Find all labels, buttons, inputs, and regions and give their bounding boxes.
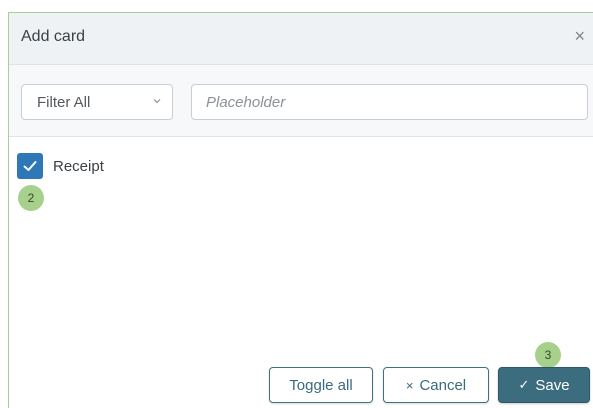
step-badge-2: 2 [18,185,44,211]
chevron-down-icon [153,99,161,104]
toggle-all-button[interactable]: Toggle all [269,367,373,403]
close-icon: × [405,377,414,393]
step-badge-3: 3 [535,342,561,368]
toggle-all-label: Toggle all [289,376,353,394]
save-button[interactable]: ✓ Save [498,367,590,403]
cancel-label: Cancel [419,376,467,394]
receipt-label: Receipt [53,157,104,175]
cancel-button[interactable]: × Cancel [383,367,489,403]
filter-bar: Filter All [9,65,593,137]
search-input[interactable] [191,84,588,120]
filter-select[interactable]: Filter All [21,84,173,120]
filter-select-value: Filter All [37,94,91,111]
dialog-title: Add card [21,28,86,45]
check-icon: ✓ [518,377,530,392]
close-icon[interactable]: × [574,27,585,45]
list-item-receipt[interactable]: Receipt [17,153,104,179]
add-card-dialog: Add card × Filter All Receipt 2 3 Toggle… [8,12,593,408]
dialog-header: Add card × [9,13,593,65]
check-icon [23,161,37,171]
receipt-checkbox[interactable] [17,153,43,179]
save-label: Save [535,376,570,394]
